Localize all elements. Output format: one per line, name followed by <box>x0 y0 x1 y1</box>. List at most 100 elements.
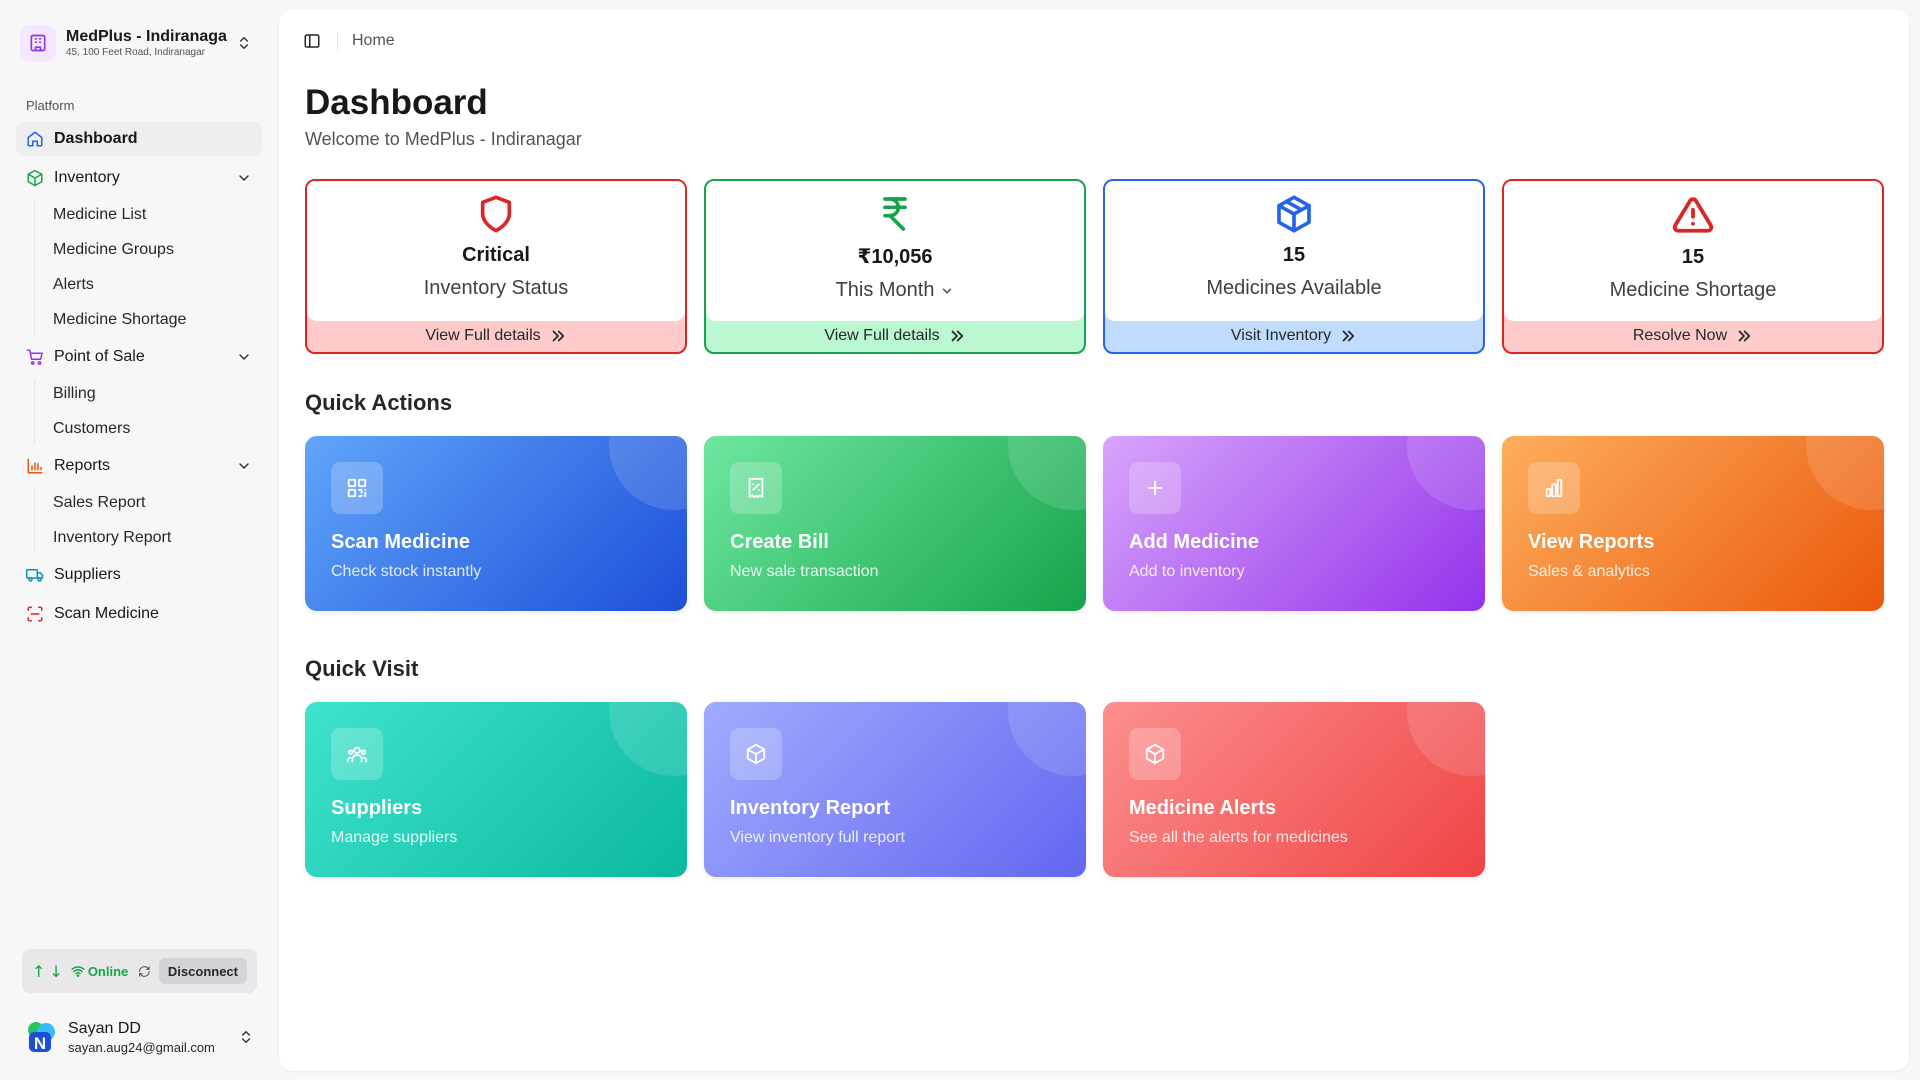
bar-chart-icon <box>27 458 43 474</box>
card-title: Medicine Alerts <box>1129 797 1277 819</box>
chevron-down-icon[interactable] <box>236 170 252 186</box>
main-content: Home Dashboard Welcome to MedPlus - Indi… <box>279 9 1909 1071</box>
card-title: Inventory Report <box>730 797 891 819</box>
truck-icon <box>26 569 44 582</box>
stat-value: Critical <box>462 244 530 266</box>
sidebar-subitem-alerts[interactable]: Alerts <box>45 270 262 300</box>
inventory-icon <box>27 169 43 187</box>
sidebar-item-reports[interactable]: Reports <box>16 449 262 483</box>
card-title: Suppliers <box>331 797 423 819</box>
stat-value: 15 <box>1282 244 1306 266</box>
nav-group-label: Platform <box>26 98 75 113</box>
pos-submenu: Billing Customers <box>34 379 262 444</box>
plus-icon <box>1129 462 1181 514</box>
store-address: 45, 100 Feet Road, Indiranagar <box>66 47 205 58</box>
divider <box>337 32 338 50</box>
wifi-icon <box>71 966 85 977</box>
sidebar-subitem-medicine-list[interactable]: Medicine List <box>45 200 262 230</box>
chevrons-right-icon <box>1738 330 1751 342</box>
inventory-submenu: Medicine List Medicine Groups Alerts Med… <box>34 200 262 335</box>
sidebar-item-label: Point of Sale <box>54 348 145 365</box>
card-subtitle: Check stock instantly <box>331 563 482 580</box>
scan-icon <box>27 606 43 622</box>
card-subtitle: Sales & analytics <box>1528 563 1650 580</box>
store-logo <box>20 25 56 61</box>
store-switcher[interactable]: MedPlus - Indiranaga 45, 100 Feet Road, … <box>12 18 260 68</box>
card-subtitle: See all the alerts for medicines <box>1129 829 1348 846</box>
breadcrumb[interactable]: Home <box>352 32 395 50</box>
inventory-report-card[interactable]: Inventory Report View inventory full rep… <box>704 702 1086 877</box>
cart-icon <box>26 349 43 365</box>
stat-card-this-month: ₹10,056 This Month View Full details <box>704 179 1086 354</box>
home-icon <box>27 131 43 147</box>
stat-value: 15 <box>1681 246 1705 268</box>
reports-submenu: Sales Report Inventory Report <box>34 488 262 553</box>
user-menu[interactable]: N Sayan DD sayan.aug24@gmail.com <box>16 1010 262 1064</box>
sidebar-item-inventory[interactable]: Inventory <box>16 161 262 195</box>
sidebar-subitem-inventory-report[interactable]: Inventory Report <box>45 523 262 553</box>
chevrons-right-icon <box>1342 330 1355 342</box>
sidebar-item-label: Inventory <box>54 169 120 186</box>
receipt-icon <box>730 462 782 514</box>
sidebar-item-label: Scan Medicine <box>54 605 159 622</box>
create-bill-card[interactable]: Create Bill New sale transaction <box>704 436 1086 611</box>
box-icon <box>730 728 782 780</box>
suppliers-card[interactable]: Suppliers Manage suppliers <box>305 702 687 877</box>
scan-medicine-card[interactable]: Scan Medicine Check stock instantly <box>305 436 687 611</box>
box-icon <box>1129 728 1181 780</box>
sidebar-subitem-sales-report[interactable]: Sales Report <box>45 488 262 518</box>
svg-text:N: N <box>34 1034 46 1053</box>
connection-status-bar: ↑ ↓ Online Disconnect <box>22 949 257 993</box>
view-full-details-link[interactable]: View Full details <box>307 320 685 352</box>
disconnect-button[interactable]: Disconnect <box>158 958 247 984</box>
box-icon <box>1277 195 1311 233</box>
page-title: Dashboard <box>305 83 488 122</box>
avatar: N <box>24 1020 58 1054</box>
medicine-alerts-card[interactable]: Medicine Alerts See all the alerts for m… <box>1103 702 1485 877</box>
sidebar-item-scan-medicine[interactable]: Scan Medicine <box>16 597 262 631</box>
stat-label: Medicines Available <box>1206 277 1382 299</box>
stat-card-medicine-shortage: 15 Medicine Shortage Resolve Now <box>1502 179 1884 354</box>
bar-chart-icon <box>1528 462 1580 514</box>
topbar: Home <box>299 23 395 59</box>
chevrons-up-down-icon <box>240 37 248 49</box>
view-full-details-link[interactable]: View Full details <box>706 320 1084 352</box>
chevron-down-icon[interactable] <box>236 458 252 474</box>
online-status: Online <box>71 964 128 979</box>
shield-icon <box>480 195 512 233</box>
user-name: Sayan DD <box>68 1019 141 1037</box>
chevron-down-icon[interactable] <box>236 349 252 365</box>
sidebar-subitem-customers[interactable]: Customers <box>45 414 262 444</box>
stat-value: ₹10,056 <box>857 246 933 268</box>
sidebar-subitem-medicine-shortage[interactable]: Medicine Shortage <box>45 305 262 335</box>
chevrons-right-icon <box>951 330 963 342</box>
warning-icon <box>1672 197 1714 233</box>
card-subtitle: Add to inventory <box>1129 563 1245 580</box>
chevrons-right-icon <box>552 330 564 342</box>
sidebar-subitem-billing[interactable]: Billing <box>45 379 262 409</box>
sidebar-item-point-of-sale[interactable]: Point of Sale <box>16 340 262 374</box>
sidebar-item-suppliers[interactable]: Suppliers <box>16 558 262 592</box>
sidebar-subitem-medicine-groups[interactable]: Medicine Groups <box>45 235 262 265</box>
online-label: Online <box>87 963 129 979</box>
resolve-now-link[interactable]: Resolve Now <box>1504 320 1882 352</box>
visit-inventory-link[interactable]: Visit Inventory <box>1105 320 1483 352</box>
stat-label: Inventory Status <box>423 277 569 299</box>
quick-visit-title: Quick Visit <box>305 656 419 681</box>
card-title: View Reports <box>1528 531 1655 553</box>
qr-scan-icon <box>331 462 383 514</box>
stat-card-medicines-available: 15 Medicines Available Visit Inventory <box>1103 179 1485 354</box>
sidebar-item-dashboard[interactable]: Dashboard <box>16 122 262 156</box>
view-reports-card[interactable]: View Reports Sales & analytics <box>1502 436 1884 611</box>
period-select[interactable]: This Month <box>836 279 955 302</box>
refresh-icon[interactable] <box>138 964 151 979</box>
add-medicine-card[interactable]: Add Medicine Add to inventory <box>1103 436 1485 611</box>
sidebar: MedPlus - Indiranaga 45, 100 Feet Road, … <box>0 0 272 1080</box>
rupee-icon <box>883 197 907 231</box>
sidebar-item-label: Reports <box>54 457 111 474</box>
card-subtitle: View inventory full report <box>730 829 905 846</box>
panel-left-icon <box>304 34 320 48</box>
users-icon <box>331 728 383 780</box>
chevrons-up-down-icon <box>242 1031 250 1043</box>
sidebar-toggle-button[interactable] <box>299 28 325 54</box>
